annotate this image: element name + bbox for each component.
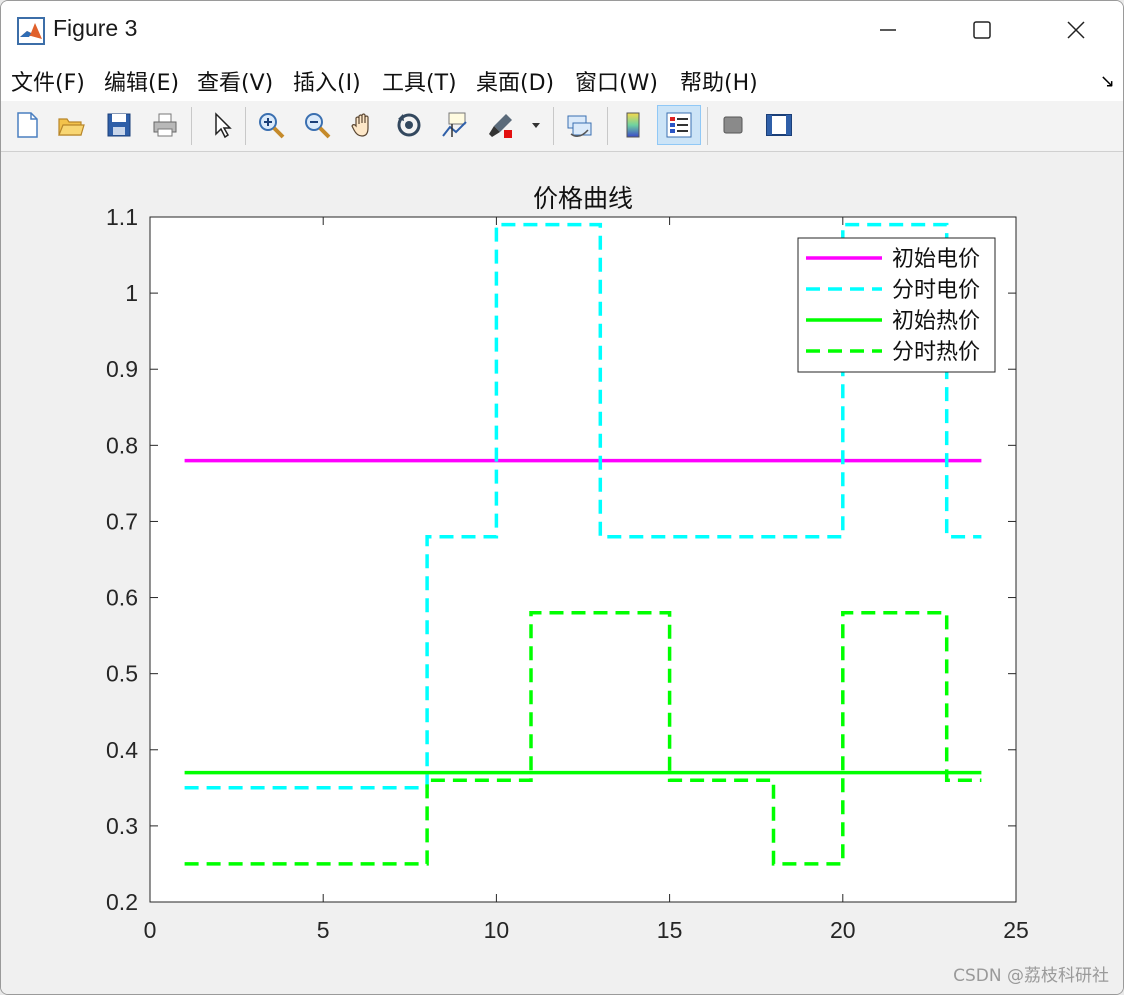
legend-button[interactable] xyxy=(657,105,701,145)
select-pointer-button[interactable] xyxy=(203,107,239,143)
brush-button[interactable] xyxy=(483,107,519,143)
toolbar-separator xyxy=(245,107,246,145)
menu-window[interactable]: 窗口(W) xyxy=(575,65,658,97)
figure-window: Figure 3 文件(F) 编辑(E) 查看(V) 插入(I) 工具(T) 桌… xyxy=(0,0,1124,995)
zoom-in-icon xyxy=(259,113,285,139)
minimize-icon xyxy=(880,29,896,31)
pan-button[interactable] xyxy=(345,107,381,143)
hide-plot-tools-button[interactable] xyxy=(715,107,751,143)
close-icon xyxy=(1067,21,1085,39)
rotate-3d-button[interactable] xyxy=(391,107,427,143)
data-cursor-icon xyxy=(442,112,467,137)
maximize-icon xyxy=(973,21,991,39)
zoom-in-button[interactable] xyxy=(253,107,289,143)
legend-label-1: 初始电价 xyxy=(892,247,980,272)
y-tick-label: 0.9 xyxy=(106,356,138,382)
y-tick-label: 0.4 xyxy=(106,737,138,763)
link-plot-button[interactable] xyxy=(561,107,597,143)
hide-plot-tools-icon xyxy=(723,116,743,134)
rotate-3d-icon xyxy=(397,113,421,137)
figure-toolbar xyxy=(1,101,1123,152)
legend-label-3: 初始热价 xyxy=(892,309,980,334)
save-icon xyxy=(107,113,131,137)
figure-canvas[interactable]: 0 5 10 15 20 25 0.2 0.3 0.4 0.5 0.6 0.7 0.8 0.9 1 1.1 价格… xyxy=(1,152,1123,994)
watermark: CSDN @荔枝科研社 xyxy=(953,966,1109,986)
y-tick-label: 0.2 xyxy=(106,889,138,915)
zoom-out-icon xyxy=(305,113,331,139)
save-button[interactable] xyxy=(101,107,137,143)
menu-edit[interactable]: 编辑(E) xyxy=(104,65,179,97)
new-figure-button[interactable] xyxy=(9,107,45,143)
print-icon xyxy=(153,113,177,137)
show-plot-tools-icon xyxy=(766,114,792,136)
maximize-button[interactable] xyxy=(959,1,1005,59)
y-tick-label: 0.7 xyxy=(106,508,138,534)
menu-bar: 文件(F) 编辑(E) 查看(V) 插入(I) 工具(T) 桌面(D) 窗口(W… xyxy=(1,59,1123,101)
y-tick-label: 0.3 xyxy=(106,813,138,839)
x-tick-label: 15 xyxy=(657,917,683,943)
x-tick-label: 5 xyxy=(317,917,330,943)
window-title: Figure 3 xyxy=(53,15,138,41)
menu-insert[interactable]: 插入(I) xyxy=(293,65,361,97)
x-tick-label: 10 xyxy=(484,917,510,943)
y-tick-label: 1 xyxy=(125,280,138,306)
price-chart[interactable]: 0 5 10 15 20 25 0.2 0.3 0.4 0.5 0.6 0.7 0.8 0.9 1 1.1 价格… xyxy=(1,152,1123,994)
minimize-button[interactable] xyxy=(865,1,911,59)
show-plot-tools-button[interactable] xyxy=(761,107,797,143)
open-file-icon xyxy=(58,118,85,136)
x-tick-label: 25 xyxy=(1003,917,1029,943)
data-cursor-button[interactable] xyxy=(437,107,473,143)
toolbar-separator xyxy=(553,107,554,145)
toolbar-separator xyxy=(191,107,192,145)
dock-arrow-icon[interactable]: ↘ xyxy=(1100,71,1115,92)
brush-icon xyxy=(489,114,512,138)
y-tick-label: 0.5 xyxy=(106,661,138,687)
print-button[interactable] xyxy=(147,107,183,143)
colorbar-icon xyxy=(626,112,640,138)
y-tick-label: 0.6 xyxy=(106,585,138,611)
menu-desktop[interactable]: 桌面(D) xyxy=(476,65,554,97)
menu-tools[interactable]: 工具(T) xyxy=(382,65,457,97)
legend-icon xyxy=(666,112,692,138)
close-button[interactable] xyxy=(1053,1,1099,59)
open-file-button[interactable] xyxy=(53,107,89,143)
x-tick-label: 0 xyxy=(144,917,157,943)
colorbar-button[interactable] xyxy=(615,107,651,143)
link-plot-icon xyxy=(567,115,592,137)
y-tick-label: 0.8 xyxy=(106,432,138,458)
x-tick-label: 20 xyxy=(830,917,856,943)
select-pointer-icon xyxy=(215,112,232,139)
chevron-down-icon xyxy=(532,123,540,128)
brush-dropdown-button[interactable] xyxy=(527,107,545,143)
pan-hand-icon xyxy=(351,113,369,137)
toolbar-separator xyxy=(607,107,608,145)
menu-view[interactable]: 查看(V) xyxy=(197,65,273,97)
zoom-out-button[interactable] xyxy=(299,107,335,143)
matlab-logo-icon xyxy=(17,17,45,45)
new-figure-icon xyxy=(17,112,38,138)
menu-file[interactable]: 文件(F) xyxy=(11,65,85,97)
menu-help[interactable]: 帮助(H) xyxy=(680,65,758,97)
y-tick-label: 1.1 xyxy=(106,204,138,230)
legend-label-2: 分时电价 xyxy=(892,278,980,303)
chart-title: 价格曲线 xyxy=(533,184,633,213)
title-bar[interactable]: Figure 3 xyxy=(1,1,1123,59)
toolbar-separator xyxy=(707,107,708,145)
legend-label-4: 分时热价 xyxy=(892,340,980,365)
